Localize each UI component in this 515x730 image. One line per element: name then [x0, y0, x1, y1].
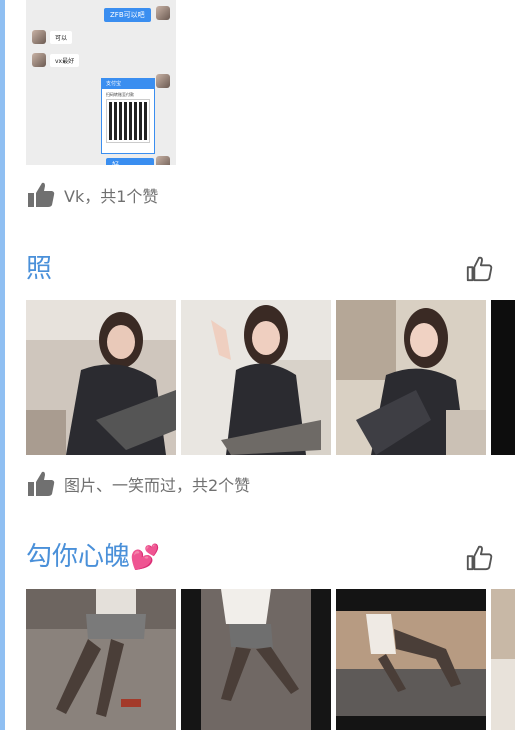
chat-screenshot-image[interactable]: ZFB可以吧 可以 vx最好 支付宝 扫码转账至付款 好 [26, 0, 176, 165]
thumbs-up-filled-icon [28, 471, 55, 496]
chat-bubble-msg2: vx最好 [50, 54, 80, 67]
chat-bubble-bottom: 好 [106, 158, 154, 165]
chat-avatar-self [156, 6, 170, 20]
post1-likes-text: Vk，共1个赞 [64, 187, 159, 206]
payment-card-label: 扫码转账至付款 [106, 92, 134, 97]
post3-photo-row [26, 589, 515, 730]
like-outline-icon[interactable] [465, 255, 493, 283]
post2-title: 照 [26, 254, 53, 284]
photo-6[interactable] [181, 589, 331, 730]
photo-8-partial[interactable] [491, 589, 515, 730]
post3-title: 勾你心魄💕 [26, 536, 160, 573]
post2-likes: 图片、一笑而过，共2个赞 [26, 469, 250, 499]
chat-bubble-msg1: 可以 [50, 31, 73, 44]
post1-likes: Vk，共1个赞 [26, 180, 158, 210]
left-accent-bar [0, 0, 5, 730]
photo-2[interactable] [181, 300, 331, 455]
thumbs-up-filled-icon [28, 182, 55, 207]
post3-title-text: 勾你心魄 [26, 542, 131, 572]
photo-5[interactable] [26, 589, 176, 730]
photo-1[interactable] [26, 300, 176, 455]
photo-7[interactable] [336, 589, 486, 730]
chat-avatar-self-3 [156, 156, 170, 165]
chat-avatar-self-2 [156, 74, 170, 88]
post2-photo-row [26, 300, 515, 455]
photo-3[interactable] [336, 300, 486, 455]
qr-code-icon [107, 100, 149, 142]
post2-likes-text: 图片、一笑而过，共2个赞 [64, 476, 251, 495]
payment-card: 支付宝 扫码转账至付款 [101, 78, 155, 154]
chat-avatar-other-2 [32, 53, 46, 67]
like-outline-icon[interactable] [465, 544, 493, 572]
photo-4-partial[interactable] [491, 300, 515, 455]
payment-card-title: 支付宝 [102, 79, 154, 89]
hearts-emoji-icon: 💕 [130, 543, 160, 571]
chat-avatar-other [32, 30, 46, 44]
chat-bubble-top: ZFB可以吧 [104, 8, 151, 22]
